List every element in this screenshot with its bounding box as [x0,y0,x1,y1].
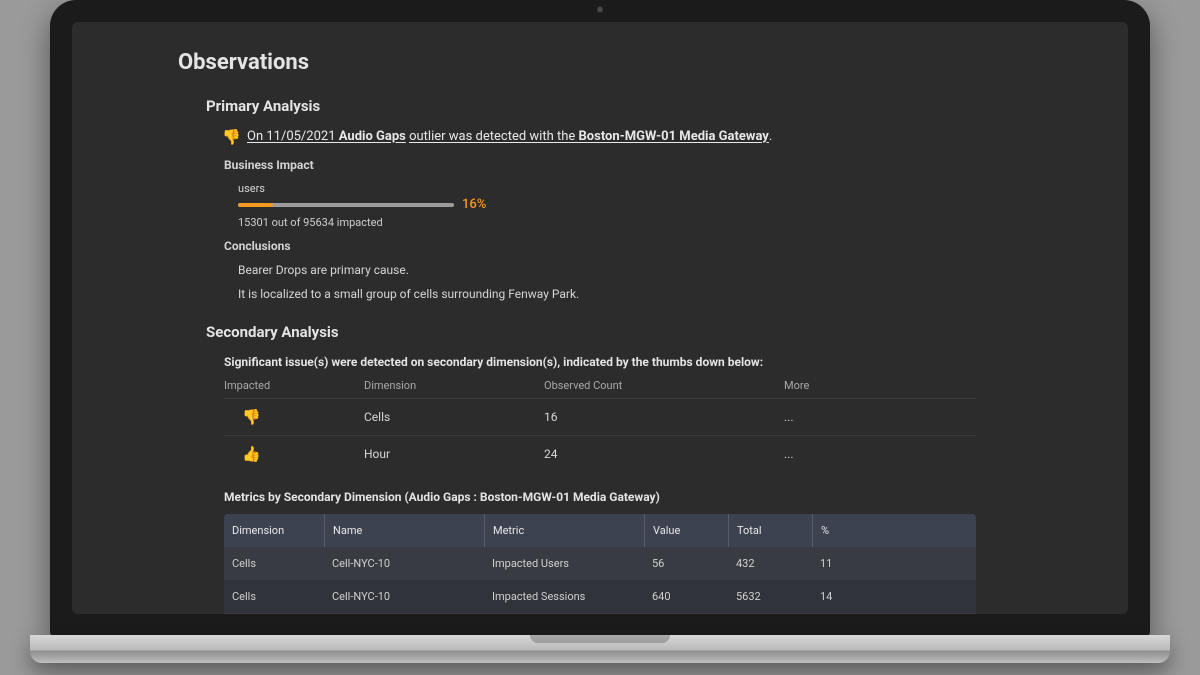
secondary-heading: Secondary Analysis [206,323,1022,341]
m-col-value[interactable]: Value [644,514,728,547]
metrics-heading: Metrics by Secondary Dimension (Audio Ga… [224,490,1022,504]
m-col-dimension[interactable]: Dimension [224,514,324,547]
app-screen: Observations Primary Analysis 👎 On 11/05… [72,22,1128,614]
conclusion-line: It is localized to a small group of cell… [238,287,1022,301]
m-col-total[interactable]: Total [728,514,812,547]
primary-heading: Primary Analysis [206,97,1022,115]
content-scroll[interactable]: Observations Primary Analysis 👎 On 11/05… [72,22,1128,614]
impact-percent: 16% [462,197,486,212]
metrics-row[interactable]: Cells Cell-NYC-10 Impacted Users 56 432 … [224,547,976,580]
conclusion-line: Bearer Drops are primary cause. [238,263,1022,277]
impact-bar-fill [238,203,273,207]
sec-col-dimension: Dimension [364,379,544,392]
conclusions-label: Conclusions [224,239,1022,253]
secondary-table: Impacted Dimension Observed Count More 👎… [224,379,976,472]
more-link[interactable]: ... [784,447,976,461]
sec-row[interactable]: 👍 Hour 24 ... [224,435,976,472]
laptop-frame: Observations Primary Analysis 👎 On 11/05… [50,0,1150,636]
impact-block: users 16% 15301 out of 95634 impacted [238,182,1022,229]
thumbs-up-icon: 👍 [244,446,259,461]
sec-col-impacted: Impacted [224,379,364,392]
impact-bar [238,203,454,207]
sec-col-observed: Observed Count [544,379,784,392]
primary-sentence: On 11/05/2021 Audio Gaps outlier was det… [247,129,772,144]
metrics-row[interactable]: Cells Cell-NYC-10 Impacted Sessions 640 … [224,580,976,613]
impact-caption: 15301 out of 95634 impacted [238,216,1022,229]
m-col-metric[interactable]: Metric [484,514,644,547]
camera-dot [598,7,603,12]
metrics-table: Dimension Name Metric Value Total % Cell… [224,514,976,614]
more-link[interactable]: ... [784,410,976,424]
sec-row[interactable]: 👎 Cells 16 ... [224,398,976,435]
page-title: Observations [178,50,1022,75]
m-col-name[interactable]: Name [324,514,484,547]
thumbs-down-icon: 👎 [224,129,239,144]
secondary-note: Significant issue(s) were detected on se… [224,355,1022,369]
laptop-base [30,635,1170,663]
business-impact-label: Business Impact [224,158,1022,172]
thumbs-down-icon: 👎 [244,409,259,424]
impact-unit: users [238,182,1022,195]
m-col-pct[interactable]: % [812,514,872,547]
sec-col-more: More [784,379,976,392]
metrics-row[interactable]: Cells Cell-NYC-04 Impacted Users 32 678 … [224,613,976,614]
